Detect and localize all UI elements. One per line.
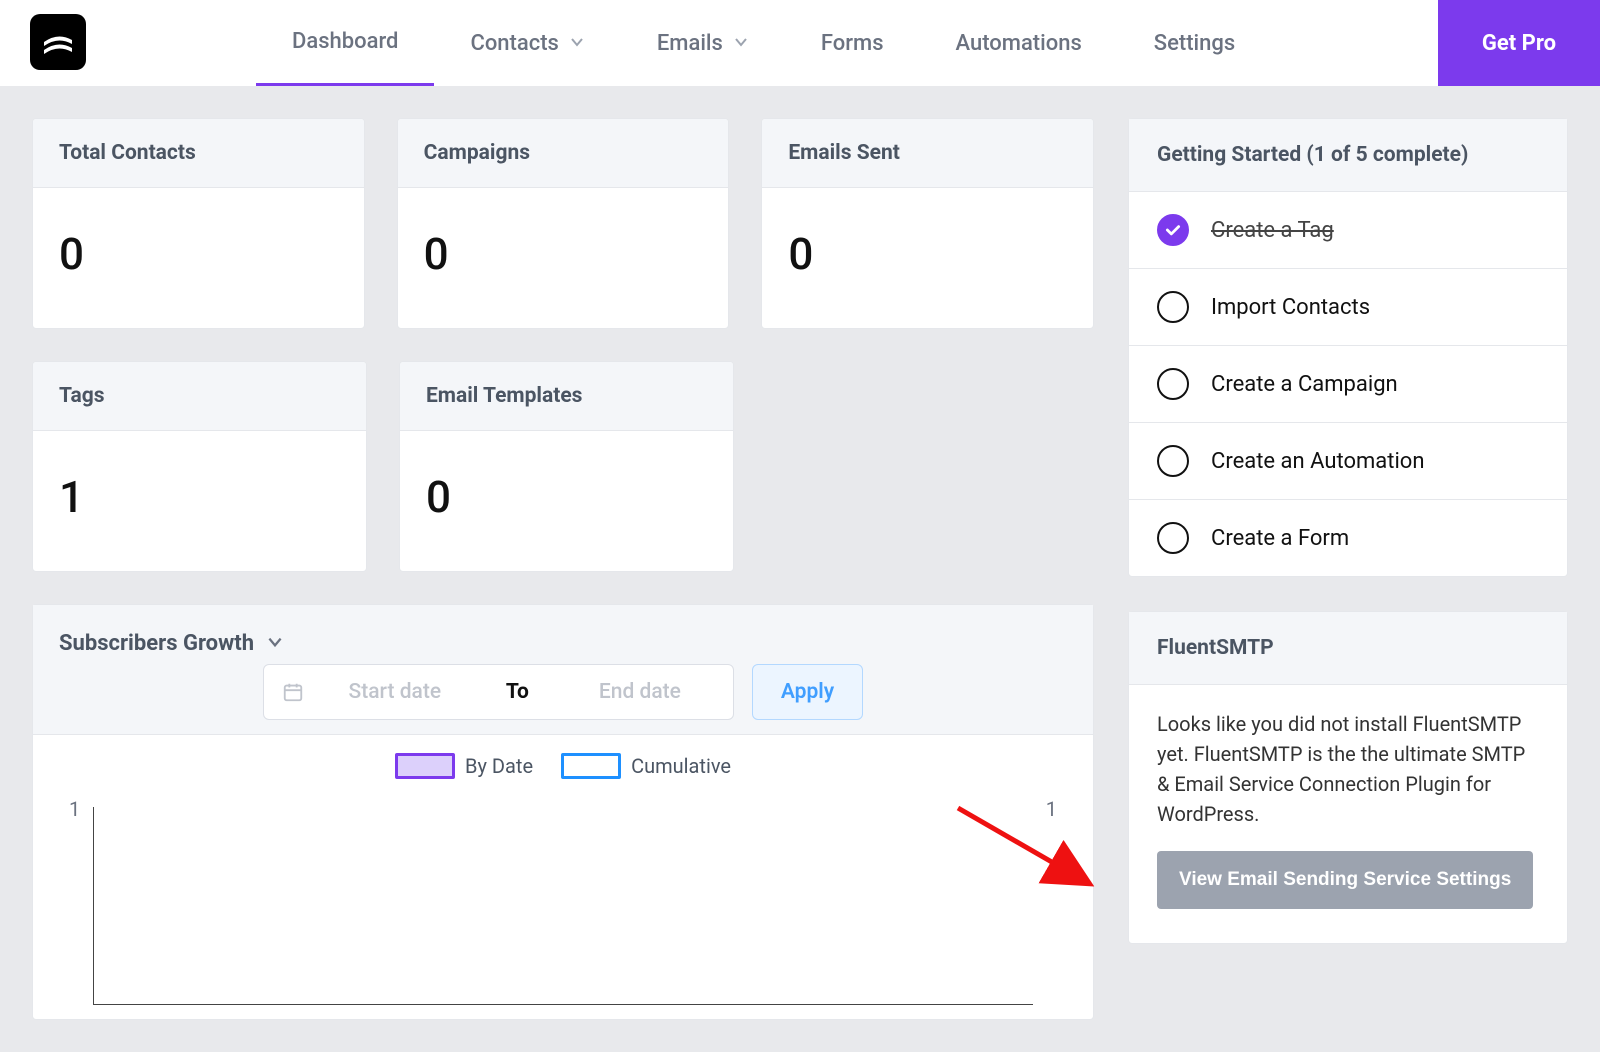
- legend-label: Cumulative: [631, 754, 731, 778]
- get-pro-button[interactable]: Get Pro: [1438, 0, 1600, 86]
- fluentsmtp-panel: FluentSMTP Looks like you did not instal…: [1128, 611, 1568, 944]
- swatch-bydate: [395, 753, 455, 779]
- gs-item-create-tag[interactable]: Create a Tag: [1129, 192, 1567, 269]
- date-to-label: To: [506, 680, 529, 704]
- ytick-left: 1: [69, 797, 80, 821]
- chevron-down-icon[interactable]: [266, 633, 284, 655]
- smtp-button-label: View Email Sending Service Settings: [1179, 869, 1511, 890]
- chart-area: 1 1: [33, 789, 1093, 1019]
- apply-button[interactable]: Apply: [752, 664, 863, 720]
- nav-label: Emails: [657, 31, 723, 56]
- get-pro-label: Get Pro: [1482, 31, 1556, 56]
- gs-item-create-form[interactable]: Create a Form: [1129, 500, 1567, 576]
- end-date-placeholder: End date: [565, 680, 715, 704]
- nav-dashboard[interactable]: Dashboard: [256, 0, 434, 86]
- getting-started-title: Getting Started (1 of 5 complete): [1129, 119, 1567, 192]
- stat-value: 1: [33, 431, 366, 571]
- stat-label: Tags: [33, 362, 366, 431]
- stat-label: Emails Sent: [762, 119, 1093, 188]
- gs-label: Create a Tag: [1211, 218, 1334, 243]
- stat-email-templates[interactable]: Email Templates 0: [399, 361, 734, 572]
- logo-icon: [38, 22, 78, 62]
- nav-settings[interactable]: Settings: [1118, 0, 1271, 86]
- gs-label: Import Contacts: [1211, 295, 1370, 320]
- gs-label: Create a Campaign: [1211, 372, 1398, 397]
- smtp-title: FluentSMTP: [1129, 612, 1567, 685]
- calendar-icon: [282, 681, 304, 703]
- stat-campaigns[interactable]: Campaigns 0: [397, 118, 730, 329]
- circle-icon: [1157, 522, 1189, 554]
- check-icon: [1157, 214, 1189, 246]
- gs-item-create-campaign[interactable]: Create a Campaign: [1129, 346, 1567, 423]
- view-smtp-settings-button[interactable]: View Email Sending Service Settings: [1157, 851, 1533, 909]
- chevron-down-icon: [733, 31, 749, 56]
- subscribers-growth-panel: Subscribers Growth Start date To End dat…: [32, 604, 1094, 1020]
- gs-item-import-contacts[interactable]: Import Contacts: [1129, 269, 1567, 346]
- nav-emails[interactable]: Emails: [621, 0, 785, 86]
- nav-contacts[interactable]: Contacts: [434, 0, 620, 86]
- stat-total-contacts[interactable]: Total Contacts 0: [32, 118, 365, 329]
- nav-automations[interactable]: Automations: [920, 0, 1118, 86]
- nav-label: Dashboard: [292, 29, 398, 54]
- stat-value: 0: [33, 188, 364, 328]
- chart-legend: By Date Cumulative: [33, 735, 1093, 789]
- circle-icon: [1157, 368, 1189, 400]
- stat-value: 0: [400, 431, 733, 571]
- chevron-down-icon: [569, 31, 585, 56]
- gs-label: Create a Form: [1211, 526, 1349, 551]
- nav-label: Contacts: [470, 31, 558, 56]
- stat-value: 0: [398, 188, 729, 328]
- growth-title: Subscribers Growth: [59, 631, 254, 656]
- nav-forms[interactable]: Forms: [785, 0, 920, 86]
- stat-value: 0: [762, 188, 1093, 328]
- legend-cumulative[interactable]: Cumulative: [561, 753, 731, 779]
- getting-started-panel: Getting Started (1 of 5 complete) Create…: [1128, 118, 1568, 577]
- circle-icon: [1157, 445, 1189, 477]
- stat-label: Email Templates: [400, 362, 733, 431]
- stat-label: Campaigns: [398, 119, 729, 188]
- nav-label: Settings: [1154, 31, 1235, 56]
- stat-emails-sent[interactable]: Emails Sent 0: [761, 118, 1094, 329]
- ytick-right: 1: [1046, 797, 1057, 821]
- smtp-description: Looks like you did not install FluentSMT…: [1157, 709, 1539, 829]
- start-date-placeholder: Start date: [320, 680, 470, 704]
- nav-label: Forms: [821, 31, 884, 56]
- stat-tags[interactable]: Tags 1: [32, 361, 367, 572]
- nav-label: Automations: [956, 31, 1082, 56]
- swatch-cumulative: [561, 753, 621, 779]
- app-logo[interactable]: [30, 14, 86, 70]
- plot-box: [93, 807, 1033, 1005]
- date-range-picker[interactable]: Start date To End date: [263, 664, 734, 720]
- stat-label: Total Contacts: [33, 119, 364, 188]
- legend-bydate[interactable]: By Date: [395, 753, 533, 779]
- circle-icon: [1157, 291, 1189, 323]
- legend-label: By Date: [465, 754, 533, 778]
- gs-item-create-automation[interactable]: Create an Automation: [1129, 423, 1567, 500]
- gs-label: Create an Automation: [1211, 449, 1425, 474]
- apply-label: Apply: [781, 680, 834, 704]
